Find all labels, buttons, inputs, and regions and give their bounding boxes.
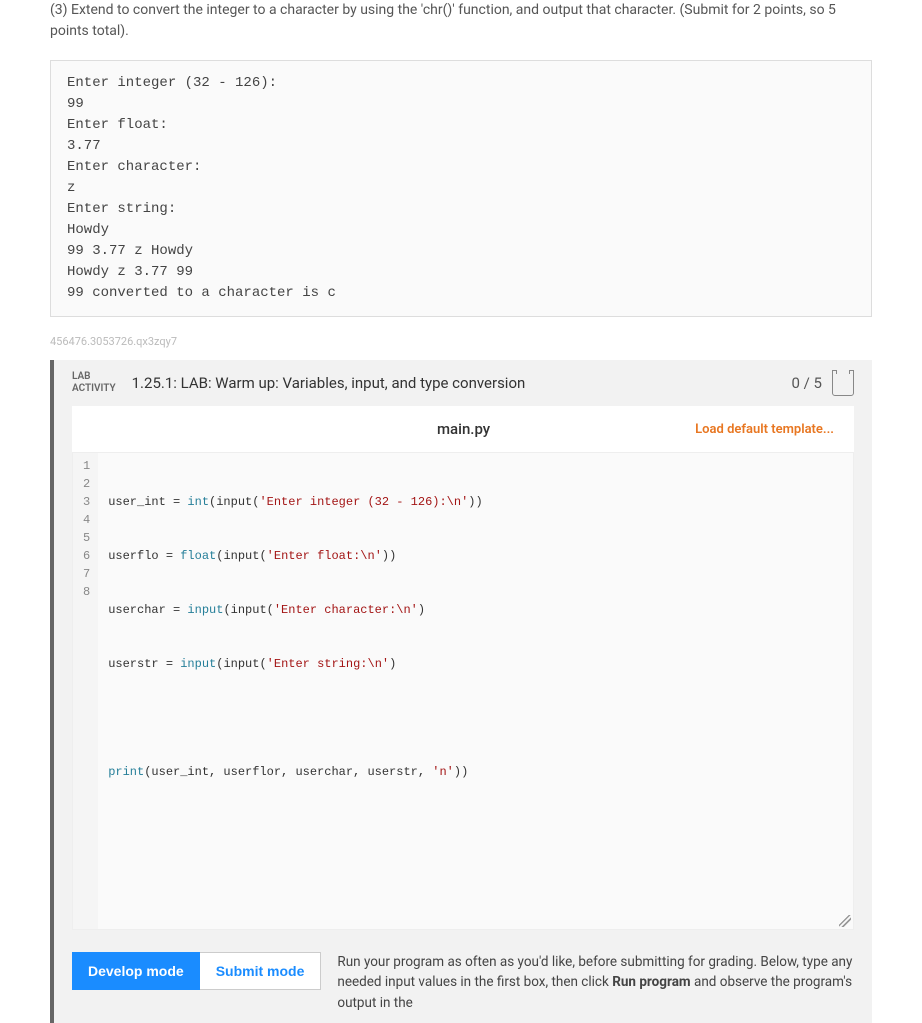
watermark-text: 456476.3053726.qx3zqy7 [50,335,872,348]
code-line[interactable] [108,817,843,835]
resize-handle-icon[interactable] [839,915,851,927]
editor-toolbar: main.py Load default template... [72,406,854,452]
code-line[interactable] [108,709,843,727]
line-number: 7 [83,565,90,583]
lab-container: LAB ACTIVITY 1.25.1: LAB: Warm up: Varia… [50,360,872,1023]
line-number-gutter: 1 2 3 4 5 6 7 8 [73,453,98,929]
lab-activity-label: LAB ACTIVITY [72,371,116,395]
code-line[interactable]: userstr = input(input('Enter string:\n') [108,655,843,673]
code-editor[interactable]: 1 2 3 4 5 6 7 8 user_int = int(input('En… [72,452,854,930]
line-number: 4 [83,511,90,529]
code-line[interactable]: userchar = input(input('Enter character:… [108,601,843,619]
mode-description: Run your program as often as you'd like,… [337,952,854,1013]
code-line[interactable]: user_int = int(input('Enter integer (32 … [108,493,843,511]
code-content[interactable]: user_int = int(input('Enter integer (32 … [98,453,853,929]
line-number: 5 [83,529,90,547]
editor-section: main.py Load default template... 1 2 3 4… [72,406,854,930]
submit-mode-button[interactable]: Submit mode [200,952,322,990]
develop-mode-button[interactable]: Develop mode [72,952,200,990]
mode-row: Develop mode Submit mode Run your progra… [54,930,872,1023]
instruction-text: (3) Extend to convert the integer to a c… [50,0,872,42]
code-line[interactable]: print(user_int, userflor, userchar, user… [108,763,843,781]
code-line[interactable]: userflo = float(input('Enter float:\n')) [108,547,843,565]
lab-score: 0 / 5 [792,374,823,392]
line-number: 2 [83,475,90,493]
line-number: 1 [83,457,90,475]
lab-title: 1.25.1: LAB: Warm up: Variables, input, … [132,374,792,392]
editor-filename: main.py [232,420,695,438]
line-number: 8 [83,583,90,601]
lab-header: LAB ACTIVITY 1.25.1: LAB: Warm up: Varia… [54,360,872,406]
code-line[interactable] [108,871,843,889]
submission-badge-icon[interactable] [832,370,854,396]
mode-buttons: Develop mode Submit mode [72,952,321,990]
line-number: 3 [83,493,90,511]
line-number: 6 [83,547,90,565]
load-template-link[interactable]: Load default template... [695,422,834,437]
sample-output-block: Enter integer (32 - 126): 99 Enter float… [50,60,872,317]
